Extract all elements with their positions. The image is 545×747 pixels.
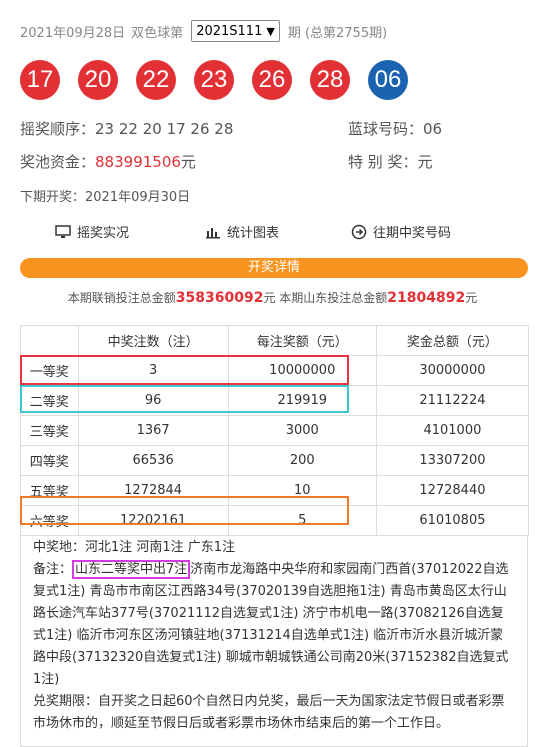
- prize-total: 4101000: [375, 415, 530, 446]
- prize-amount: 200: [227, 445, 377, 476]
- prize-pool-unit: 元: [180, 153, 196, 171]
- prize-level: 四等奖: [20, 445, 79, 476]
- red-ball: 28: [310, 60, 350, 100]
- red-ball: 17: [20, 60, 60, 100]
- history-link[interactable]: 往期中奖号码: [351, 222, 451, 241]
- game-name: 双色球第: [131, 25, 184, 41]
- draw-order-label: 摇奖顺序：: [20, 120, 96, 138]
- stats-chart-link[interactable]: 统计图表: [205, 222, 351, 241]
- next-draw-label: 下期开奖：: [20, 190, 86, 205]
- stats-chart-label: 统计图表: [227, 226, 280, 241]
- winning-regions: 中奖地：河北1注 河南1注 广东1注: [33, 540, 236, 555]
- prize-pool-label: 奖池资金：: [20, 153, 96, 171]
- table-header-row: 中奖注数（注） 每注奖额（元） 奖金总额（元）: [20, 325, 530, 356]
- remark-label: 备注：: [33, 562, 73, 577]
- draw-date: 2021年09月28日: [20, 25, 126, 41]
- draw-order-value: 23 22 20 17 26 28: [95, 120, 234, 138]
- prize-total: 21112224: [375, 385, 530, 416]
- sales-summary: 本期联销投注总金额358360092元 本期山东投注总金额21804892元: [0, 289, 545, 306]
- highlight-box-sixth-prize: [20, 496, 349, 525]
- history-label: 往期中奖号码: [373, 226, 452, 241]
- prize-pool: 奖池资金：883991506元: [20, 151, 196, 172]
- prize-total: 13307200: [375, 445, 530, 476]
- blue-number-label: 蓝球号码：: [348, 120, 424, 138]
- winning-balls: 17 20 22 23 26 28 06: [20, 60, 426, 100]
- arrow-circle-icon: [351, 224, 367, 239]
- red-ball: 20: [78, 60, 118, 100]
- notes-panel: 中奖地：河北1注 河南1注 广东1注 备注： 山东二等奖中出7注 济南市龙海路中央华…: [20, 535, 528, 747]
- column-header: [20, 325, 79, 356]
- national-sales-value: 358360092: [175, 290, 264, 306]
- blue-number-value: 06: [423, 120, 443, 138]
- issue-select-value: 2021S111: [196, 23, 263, 39]
- shandong-sales-value: 21804892: [387, 290, 466, 306]
- issue-suffix: 期 (总第2755期): [287, 25, 388, 41]
- column-header: 每注奖额（元）: [227, 325, 377, 356]
- special-prize-label: 特 别 奖：: [348, 153, 418, 171]
- red-ball: 22: [136, 60, 176, 100]
- prize-total: 12728440: [375, 475, 530, 506]
- monitor-icon: [55, 224, 71, 238]
- live-draw-link[interactable]: 摇奖实况: [55, 222, 205, 241]
- draw-header: 2021年09月28日 双色球第 2021S111 ▼ 期 (总第2755期): [20, 20, 387, 42]
- column-header: 中奖注数（注）: [77, 325, 229, 356]
- draw-detail-bar[interactable]: 开奖详情: [20, 258, 528, 278]
- next-draw-value: 2021年09月30日: [85, 190, 191, 205]
- winner-count: 1367: [77, 415, 229, 446]
- highlight-box-second-prize: [20, 385, 349, 413]
- prize-level: 三等奖: [20, 415, 79, 446]
- claim-deadline: 兑奖期限：自开奖之日起60个自然日内兑奖，最后一天为国家法定节假日或者彩票市场休…: [33, 694, 505, 731]
- table-row: 四等奖 66536 200 13307200: [20, 445, 530, 476]
- winner-count: 66536: [77, 445, 229, 476]
- table-row: 三等奖 1367 3000 4101000: [20, 415, 530, 446]
- red-ball: 23: [194, 60, 234, 100]
- prize-amount: 3000: [227, 415, 377, 446]
- issue-select[interactable]: 2021S111 ▼: [191, 20, 280, 42]
- remark-text: 济南市龙海路中央华府和家园南门西首(37012022自选复式1注) 青岛市市南区…: [33, 562, 509, 687]
- quick-links: 摇奖实况 统计图表 往期中奖号码: [55, 222, 525, 241]
- chevron-down-icon: ▼: [266, 24, 275, 38]
- shandong-sales-unit: 元: [465, 291, 478, 305]
- highlight-box-first-prize: [20, 355, 349, 385]
- special-prize: 特 别 奖：元: [348, 151, 433, 172]
- column-header: 奖金总额（元）: [375, 325, 530, 356]
- red-ball: 26: [252, 60, 292, 100]
- prize-total: 30000000: [375, 355, 530, 386]
- national-sales-label: 本期联销投注总金额: [67, 291, 176, 305]
- blue-ball: 06: [368, 60, 408, 100]
- blue-number: 蓝球号码：06: [348, 118, 442, 139]
- prize-pool-value: 883991506: [95, 153, 181, 171]
- prize-total: 61010805: [375, 505, 530, 536]
- next-draw: 下期开奖：2021年09月30日: [20, 186, 190, 205]
- bar-chart-icon: [206, 227, 220, 238]
- shandong-sales-label: 元 本期山东投注总金额: [263, 291, 388, 305]
- special-prize-value: 元: [417, 153, 433, 171]
- remark-highlight: 山东二等奖中出7注: [72, 560, 191, 579]
- remark: 备注： 山东二等奖中出7注 济南市龙海路中央华府和家园南门西首(37012022自选…: [33, 559, 515, 691]
- live-draw-label: 摇奖实况: [77, 226, 130, 241]
- draw-order: 摇奖顺序：23 22 20 17 26 28: [20, 118, 233, 139]
